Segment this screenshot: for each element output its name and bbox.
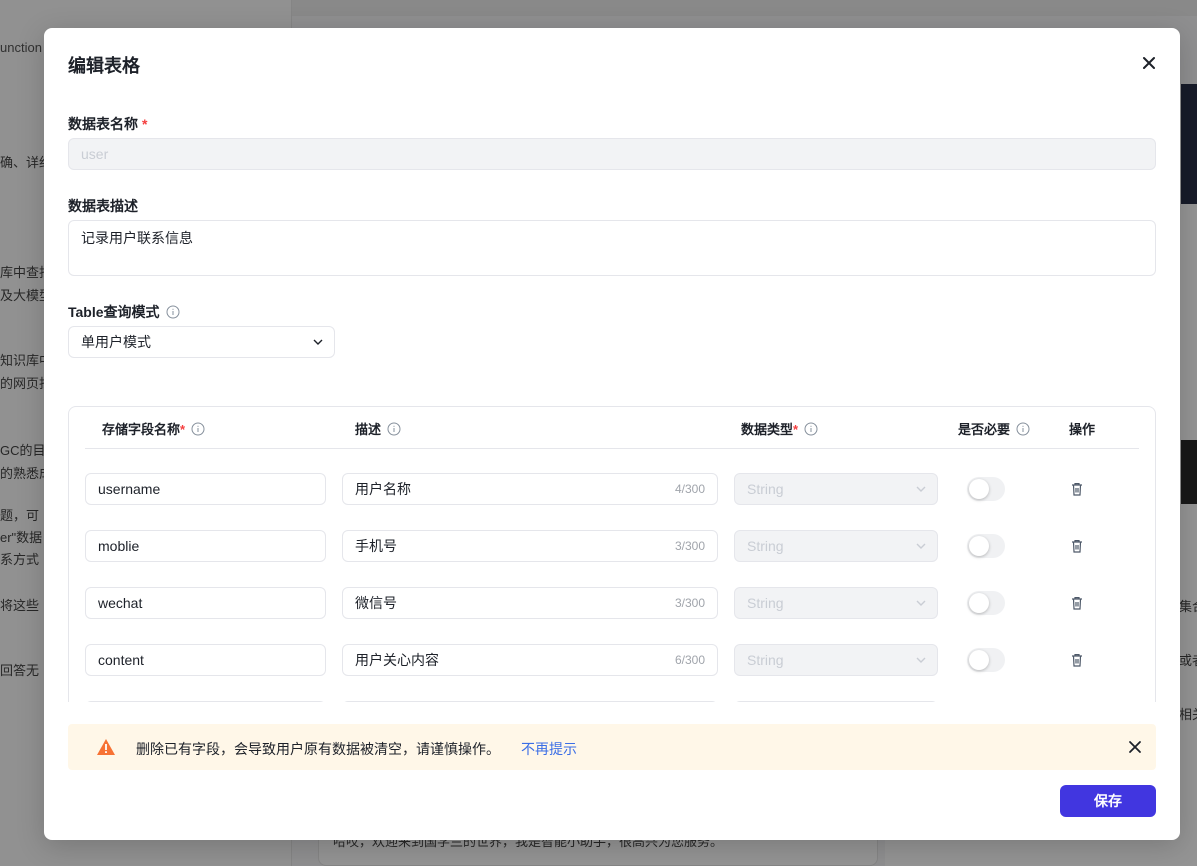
table-header: 存储字段名称* 描述 数据类型* 是否必要 操作 <box>85 407 1139 449</box>
edit-table-dialog: 编辑表格 数据表名称 * user 数据表描述 记录用户联系信息 Table查询模… <box>44 28 1180 840</box>
chevron-down-icon <box>916 486 926 492</box>
table-row: wechat 微信号 3/300 String <box>69 587 1155 644</box>
info-icon[interactable] <box>387 422 401 436</box>
table-name-label: 数据表名称 * <box>68 116 148 132</box>
char-count: 3/300 <box>674 539 705 553</box>
field-name-input[interactable]: wechat <box>85 587 326 619</box>
table-desc-textarea[interactable]: 记录用户联系信息 <box>68 220 1156 276</box>
field-name-input[interactable]: content <box>85 644 326 676</box>
required-toggle[interactable] <box>967 534 1005 558</box>
required-toggle[interactable] <box>967 477 1005 501</box>
warning-text: 删除已有字段，会导致用户原有数据被清空，请谨慎操作。 <box>136 741 500 757</box>
char-count: 4/300 <box>674 482 705 496</box>
trash-icon[interactable] <box>1069 481 1085 497</box>
data-type-select[interactable]: String <box>734 473 938 505</box>
column-header-actions: 操作 <box>1069 422 1096 437</box>
column-header-required: 是否必要 <box>958 419 1030 438</box>
query-mode-value: 单用户模式 <box>81 334 151 350</box>
field-desc-input[interactable] <box>342 701 718 702</box>
data-type-select[interactable]: String <box>734 587 938 619</box>
toggle-knob <box>969 479 989 499</box>
column-header-field-name: 存储字段名称* <box>102 419 205 438</box>
trash-icon[interactable] <box>1069 538 1085 554</box>
table-row <box>69 701 1155 702</box>
field-desc-input[interactable]: 手机号 3/300 <box>342 530 718 562</box>
chevron-down-icon <box>916 600 926 606</box>
table-name-input[interactable]: user <box>68 138 1156 170</box>
save-button[interactable]: 保存 <box>1060 785 1156 817</box>
field-desc-input[interactable]: 微信号 3/300 <box>342 587 718 619</box>
data-type-select[interactable]: String <box>734 644 938 676</box>
query-mode-label: Table查询模式 <box>68 302 180 322</box>
required-mark: * <box>142 116 148 132</box>
close-icon[interactable] <box>1128 740 1142 754</box>
warning-icon <box>97 739 115 755</box>
chevron-down-icon <box>916 657 926 663</box>
data-type-select[interactable] <box>734 701 938 702</box>
table-desc-label: 数据表描述 <box>68 198 138 214</box>
toggle-knob <box>969 593 989 613</box>
trash-icon[interactable] <box>1069 595 1085 611</box>
info-icon[interactable] <box>804 422 818 436</box>
required-toggle[interactable] <box>967 648 1005 672</box>
warning-banner: 删除已有字段，会导致用户原有数据被清空，请谨慎操作。 不再提示 <box>68 724 1156 770</box>
field-desc-input[interactable]: 用户名称 4/300 <box>342 473 718 505</box>
table-row: content 用户关心内容 6/300 String <box>69 644 1155 701</box>
info-icon[interactable] <box>1016 422 1030 436</box>
required-toggle[interactable] <box>967 591 1005 615</box>
field-name-input[interactable] <box>85 701 326 702</box>
column-header-description: 描述 <box>355 419 401 438</box>
dialog-title: 编辑表格 <box>68 56 140 76</box>
close-icon[interactable] <box>1140 54 1158 72</box>
trash-icon[interactable] <box>1069 652 1085 668</box>
toggle-knob <box>969 650 989 670</box>
chevron-down-icon <box>313 339 323 345</box>
field-name-input[interactable]: moblie <box>85 530 326 562</box>
toggle-knob <box>969 536 989 556</box>
column-header-data-type: 数据类型* <box>741 419 818 438</box>
info-icon[interactable] <box>191 422 205 436</box>
query-mode-select[interactable]: 单用户模式 <box>68 326 335 358</box>
dont-show-again-link[interactable]: 不再提示 <box>521 739 577 759</box>
field-desc-input[interactable]: 用户关心内容 6/300 <box>342 644 718 676</box>
info-icon[interactable] <box>166 305 180 319</box>
fields-table: 存储字段名称* 描述 数据类型* 是否必要 操作 username 用户名称 4/… <box>68 406 1156 702</box>
chevron-down-icon <box>916 543 926 549</box>
table-row: moblie 手机号 3/300 String <box>69 530 1155 587</box>
char-count: 6/300 <box>674 653 705 667</box>
field-name-input[interactable]: username <box>85 473 326 505</box>
char-count: 3/300 <box>674 596 705 610</box>
data-type-select[interactable]: String <box>734 530 938 562</box>
table-row: username 用户名称 4/300 String <box>69 473 1155 530</box>
